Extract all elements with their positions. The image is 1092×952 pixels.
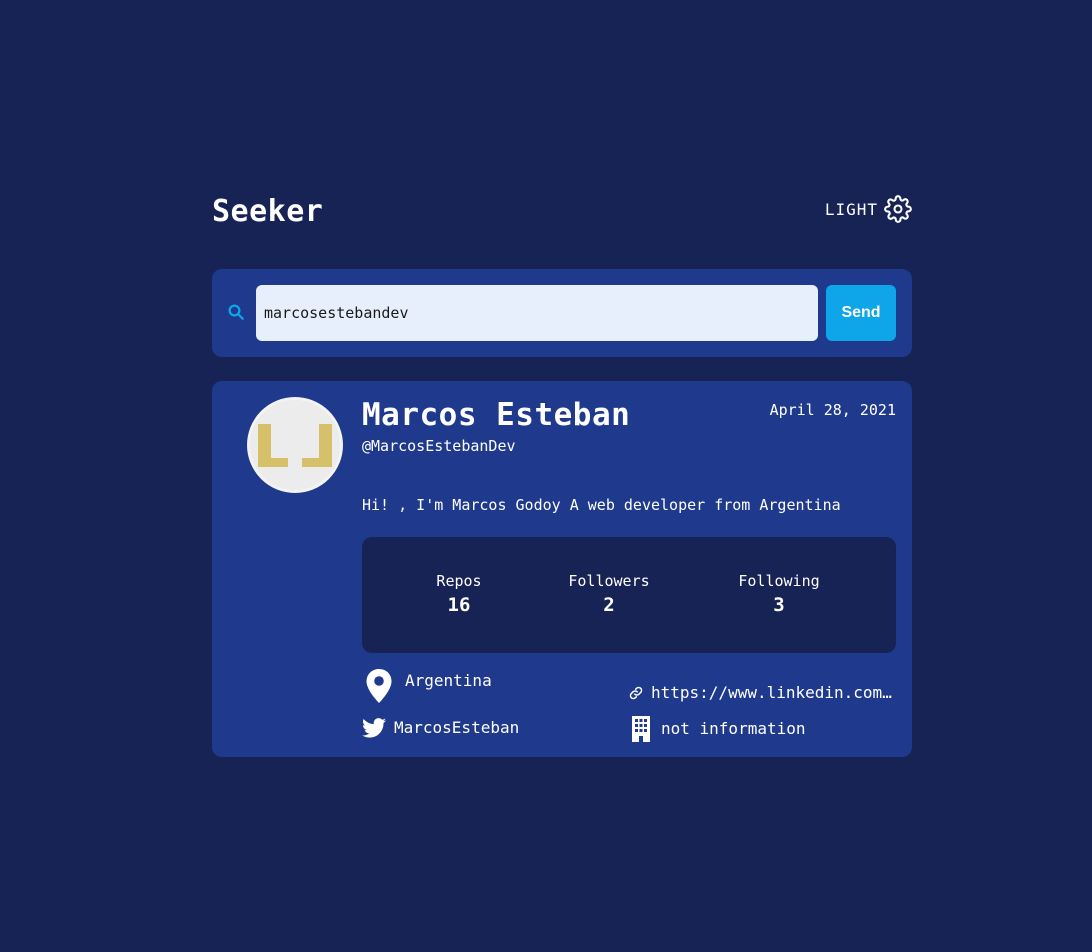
- stat-followers: Followers 2: [549, 571, 669, 618]
- join-date: April 28, 2021: [769, 401, 896, 419]
- stat-label: Repos: [436, 572, 482, 590]
- search-input[interactable]: [256, 285, 818, 341]
- twitter-text: MarcosEsteban: [394, 718, 520, 737]
- stat-label: Followers: [568, 572, 650, 590]
- theme-toggle-button[interactable]: LIGHT: [825, 195, 912, 223]
- app-container: Seeker LIGHT Send: [212, 190, 912, 757]
- stat-value: 3: [773, 594, 785, 616]
- twitter-link[interactable]: MarcosEsteban: [362, 718, 519, 738]
- location-info: Argentina: [365, 668, 492, 704]
- user-bio: Hi! , I'm Marcos Godoy A web developer f…: [362, 496, 841, 514]
- stat-repos: Repos 16: [399, 571, 519, 618]
- send-button[interactable]: Send: [826, 285, 896, 341]
- app-title: Seeker: [212, 194, 324, 229]
- user-name: Marcos Esteban: [362, 397, 631, 433]
- website-text: https://www.linkedin.com/in/marcosesteba…: [651, 683, 897, 702]
- website-link[interactable]: https://www.linkedin.com/in/marcosesteba…: [629, 683, 897, 703]
- user-handle-link[interactable]: @MarcosEstebanDev: [362, 436, 516, 456]
- stat-value: 2: [603, 594, 615, 616]
- link-icon: [629, 686, 643, 700]
- map-pin-icon: [365, 668, 393, 704]
- company-text: not information: [661, 719, 806, 738]
- location-text: Argentina: [405, 671, 492, 690]
- search-bar: Send: [212, 269, 912, 357]
- stat-label: Following: [738, 572, 820, 590]
- search-icon: [227, 303, 245, 325]
- avatar: [247, 397, 343, 493]
- stat-value: 16: [447, 594, 471, 616]
- profile-card: Marcos Esteban @MarcosEstebanDev April 2…: [212, 381, 912, 757]
- header: Seeker LIGHT: [212, 190, 912, 234]
- gear-icon: [884, 195, 912, 223]
- company-info: not information: [632, 716, 806, 742]
- stat-following: Following 3: [719, 571, 839, 618]
- building-icon: [632, 716, 650, 742]
- stats-panel: Repos 16 Followers 2 Following 3: [362, 537, 896, 653]
- twitter-icon: [362, 718, 386, 738]
- theme-toggle-label: LIGHT: [824, 199, 878, 219]
